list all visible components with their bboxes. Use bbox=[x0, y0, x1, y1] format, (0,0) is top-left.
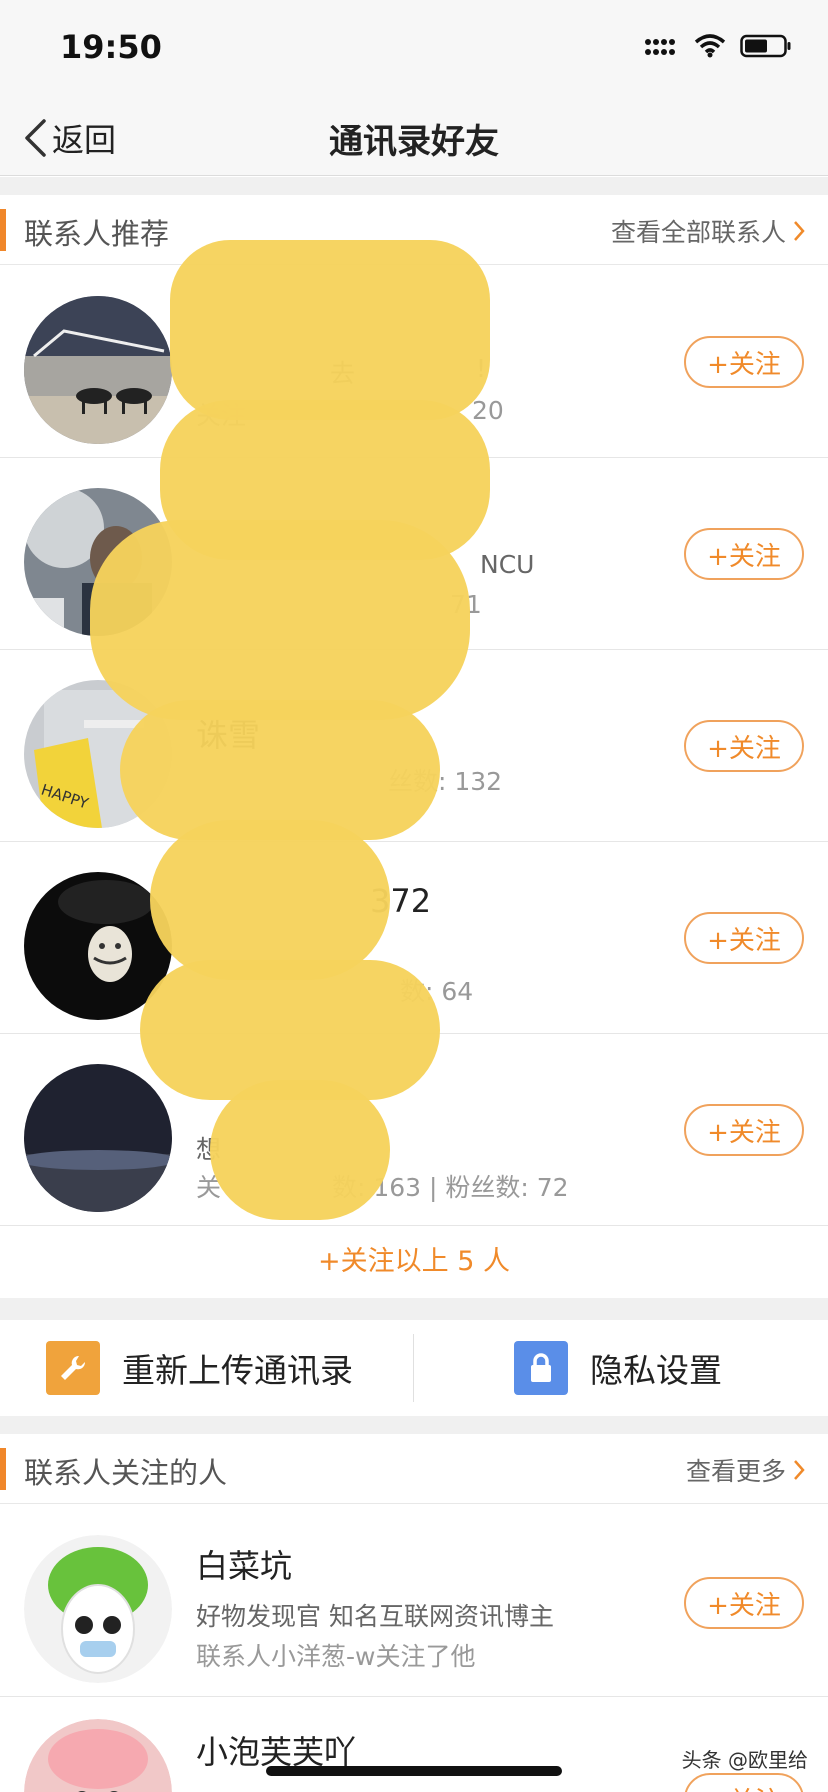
divider bbox=[413, 1334, 414, 1402]
avatar bbox=[24, 296, 172, 444]
status-icons bbox=[644, 34, 792, 58]
follow-all-button[interactable]: +关注以上 5 人 bbox=[0, 1226, 828, 1298]
view-more-link[interactable]: 查看更多 bbox=[686, 1452, 806, 1488]
privacy-label: 隐私设置 bbox=[590, 1351, 722, 1390]
row-name: 白菜坑 bbox=[196, 1547, 293, 1585]
follow-button[interactable]: +关注 bbox=[684, 1577, 804, 1629]
status-time: 19:50 bbox=[60, 28, 162, 66]
signal-icon bbox=[645, 39, 675, 55]
list-item[interactable]: V 白菜坑 好物发现官 知名互联网资讯博主 联系人小洋葱-w关注了他 +关注 bbox=[0, 1505, 828, 1739]
follow-button[interactable]: +关注 bbox=[684, 1104, 804, 1156]
reupload-contacts-button[interactable]: 重新上传通讯录 bbox=[46, 1320, 353, 1416]
watermark: 头条 @欧里给 bbox=[681, 1748, 808, 1772]
view-all-label: 查看全部联系人 bbox=[610, 218, 786, 247]
section-gap bbox=[0, 177, 828, 195]
section-title: 联系人关注的人 bbox=[24, 1456, 228, 1490]
avatar bbox=[24, 1064, 172, 1212]
view-all-contacts-link[interactable]: 查看全部联系人 bbox=[611, 213, 806, 249]
row-meta: 联系人小洋葱-w关注了他 bbox=[196, 1642, 476, 1671]
nav-bar: 返回 通讯录好友 bbox=[0, 100, 828, 176]
section-gap bbox=[0, 1298, 828, 1320]
chevron-right-icon bbox=[794, 221, 805, 241]
follow-button[interactable]: +关注 bbox=[684, 336, 804, 388]
avatar: V bbox=[24, 1535, 196, 1739]
row-meta-end: 20 bbox=[472, 396, 504, 425]
actions-bar: 重新上传通讯录 隐私设置 bbox=[0, 1320, 828, 1416]
section-gap bbox=[0, 1416, 828, 1434]
section-title: 联系人推荐 bbox=[24, 217, 170, 251]
wifi-icon bbox=[694, 34, 726, 58]
avatar bbox=[24, 1719, 172, 1792]
follow-button[interactable]: +关注 bbox=[684, 912, 804, 964]
chevron-right-icon bbox=[794, 1460, 805, 1480]
section-accent-bar bbox=[0, 1448, 6, 1490]
wrench-icon bbox=[46, 1341, 100, 1395]
privacy-settings-button[interactable]: 隐私设置 bbox=[514, 1320, 722, 1416]
follow-button[interactable]: +关注 bbox=[684, 720, 804, 772]
section-accent-bar bbox=[0, 209, 6, 251]
status-bar: 19:50 bbox=[0, 0, 828, 100]
page-title: 通讯录好友 bbox=[329, 122, 499, 162]
view-more-label: 查看更多 bbox=[685, 1457, 786, 1486]
home-indicator bbox=[266, 1766, 562, 1776]
row-desc: 好物发现官 知名互联网资讯博主 bbox=[196, 1602, 554, 1631]
follow-button[interactable]: +关注 bbox=[684, 1773, 804, 1792]
battery-icon bbox=[740, 34, 791, 58]
lock-icon bbox=[514, 1341, 568, 1395]
reupload-label: 重新上传通讯录 bbox=[122, 1351, 353, 1390]
section-header-contacts-follow: 联系人关注的人 查看更多 bbox=[0, 1434, 828, 1504]
follow-button[interactable]: +关注 bbox=[684, 528, 804, 580]
row-desc-end: NCU bbox=[480, 550, 535, 579]
